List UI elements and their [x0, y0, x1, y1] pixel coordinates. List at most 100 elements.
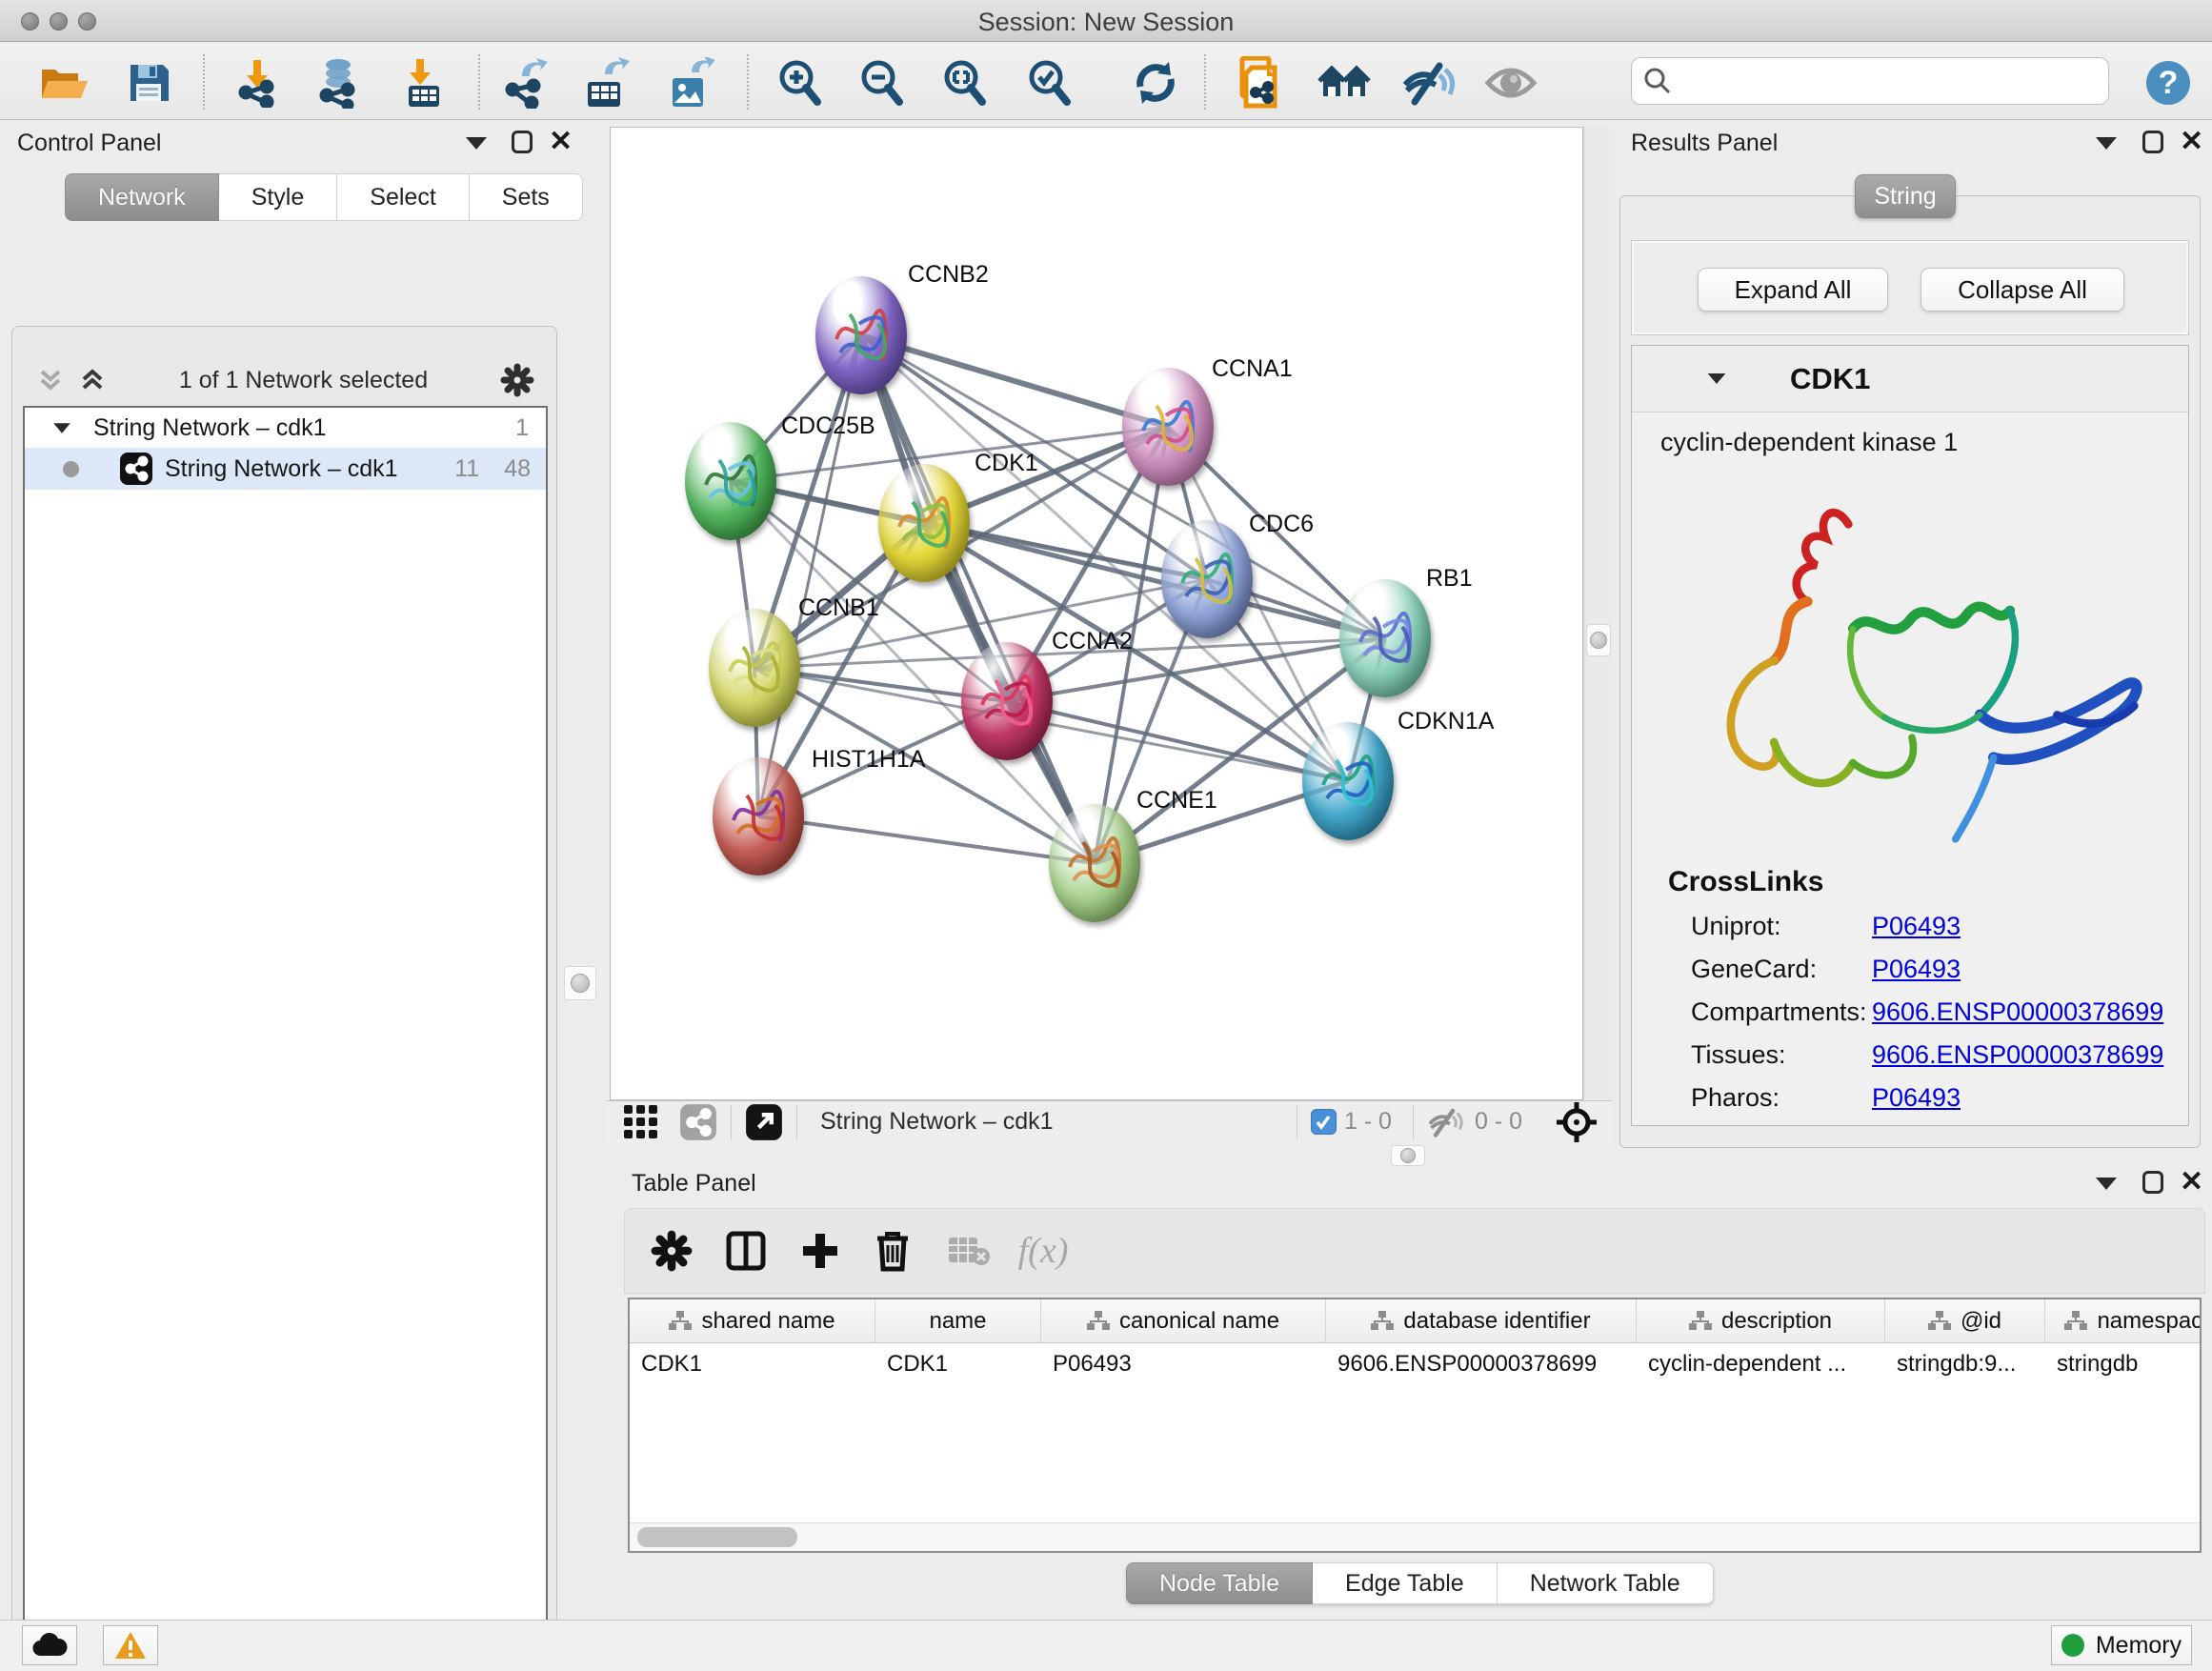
left-splitter-handle[interactable]	[564, 966, 596, 1000]
network-node-rb1[interactable]	[1339, 579, 1431, 697]
column-header--id[interactable]: @id	[1885, 1299, 2045, 1342]
control-tab-select[interactable]: Select	[337, 173, 469, 221]
network-node-ccna2[interactable]	[961, 642, 1053, 760]
column-header-canonical-name[interactable]: canonical name	[1041, 1299, 1326, 1342]
table-cell-canonical-name[interactable]: P06493	[1041, 1343, 1326, 1385]
results-panel-menu-button[interactable]	[2096, 137, 2117, 154]
column-header-shared-name[interactable]: shared name	[630, 1299, 875, 1342]
table-tab-edge-table[interactable]: Edge Table	[1313, 1562, 1498, 1604]
table-tab-network-table[interactable]: Network Table	[1498, 1562, 1714, 1604]
crosslink-link-pharos-[interactable]: P06493	[1872, 1083, 1961, 1113]
documents-share-button[interactable]	[1236, 56, 1289, 110]
table-panel-float-button[interactable]	[2142, 1171, 2163, 1198]
share-view-icon[interactable]	[679, 1103, 717, 1141]
section-collapse-arrow-icon[interactable]	[1708, 373, 1726, 384]
gear-icon[interactable]	[500, 363, 534, 397]
network-tree-child-row[interactable]: String Network – cdk1 11 48	[25, 448, 546, 490]
search-input[interactable]	[1672, 68, 2081, 94]
show-columns-button[interactable]	[716, 1221, 775, 1280]
control-tab-style[interactable]: Style	[219, 173, 338, 221]
delete-column-button[interactable]	[863, 1221, 922, 1280]
table-cell-database-identifier[interactable]: 9606.ENSP00000378699	[1326, 1343, 1637, 1385]
warnings-button[interactable]	[103, 1625, 158, 1665]
network-tree-root-row[interactable]: String Network – cdk1 1	[25, 408, 546, 448]
export-network-file-button[interactable]	[498, 56, 552, 110]
column-header-database-identifier[interactable]: database identifier	[1326, 1299, 1637, 1342]
column-header-description[interactable]: description	[1637, 1299, 1885, 1342]
import-table-button[interactable]	[396, 56, 450, 110]
network-edge[interactable]	[758, 335, 861, 816]
zoom-selected-button[interactable]	[1023, 56, 1076, 110]
import-network-file-button[interactable]	[231, 56, 285, 110]
tree-expand-arrow-icon[interactable]	[53, 423, 70, 433]
network-edge[interactable]	[758, 816, 1095, 863]
expand-all-icon[interactable]	[78, 366, 107, 394]
table-panel-close-button[interactable]: ✕	[2180, 1171, 2203, 1196]
network-node-ccna1[interactable]	[1122, 368, 1214, 486]
control-panel-float-button[interactable]	[512, 131, 533, 158]
birdseye-grid-icon[interactable]	[622, 1103, 660, 1141]
network-edge[interactable]	[1007, 701, 1348, 781]
zoom-fit-button[interactable]	[938, 56, 992, 110]
control-tab-network[interactable]: Network	[65, 173, 219, 221]
network-node-cdc6[interactable]	[1161, 520, 1253, 638]
table-cell-name[interactable]: CDK1	[875, 1343, 1041, 1385]
gene-section-header[interactable]: CDK1	[1632, 346, 2188, 413]
save-session-button[interactable]	[122, 56, 175, 110]
export-image-button[interactable]	[664, 56, 717, 110]
network-node-cdkn1a[interactable]	[1302, 722, 1394, 840]
help-button[interactable]: ?	[2142, 56, 2195, 110]
houses-button[interactable]	[1317, 56, 1371, 110]
function-builder-button[interactable]: f(x)	[1014, 1221, 1073, 1280]
results-panel-close-button[interactable]: ✕	[2180, 131, 2203, 155]
crosslink-link-genecard-[interactable]: P06493	[1872, 955, 1961, 984]
network-canvas[interactable]: CCNB2CCNA1CDC25BCDK1CDC6RB1CCNB1CCNA2CDK…	[610, 127, 1583, 1100]
crosshair-icon[interactable]	[1555, 1100, 1599, 1144]
import-network-database-button[interactable]	[312, 56, 365, 110]
network-node-cdc25b[interactable]	[685, 422, 776, 540]
collapse-all-icon[interactable]	[36, 366, 65, 394]
expand-all-button[interactable]: Expand All	[1698, 268, 1888, 312]
crosslink-link-uniprot-[interactable]: P06493	[1872, 912, 1961, 941]
table-row[interactable]: CDK1CDK1P064939606.ENSP00000378699cyclin…	[630, 1343, 2200, 1385]
show-eye-button[interactable]	[1484, 56, 1538, 110]
export-table-button[interactable]	[579, 56, 633, 110]
table-cell-namespace[interactable]: stringdb	[2045, 1343, 2202, 1385]
column-header-name[interactable]: name	[875, 1299, 1041, 1342]
collapse-all-button[interactable]: Collapse All	[1920, 268, 2124, 312]
zoom-out-button[interactable]	[855, 56, 909, 110]
scrollbar-thumb[interactable]	[637, 1527, 797, 1547]
table-cell-description[interactable]: cyclin-dependent ...	[1637, 1343, 1885, 1385]
crosslink-link-compartments-[interactable]: 9606.ENSP00000378699	[1872, 997, 2163, 1027]
refresh-layout-button[interactable]	[1129, 56, 1182, 110]
results-panel-float-button[interactable]	[2142, 131, 2163, 158]
network-edge[interactable]	[861, 335, 1095, 863]
network-node-hist1h1a[interactable]	[713, 757, 804, 876]
zoom-in-button[interactable]	[774, 56, 827, 110]
table-cell-shared-name[interactable]: CDK1	[630, 1343, 875, 1385]
memory-button[interactable]: Memory	[2051, 1625, 2192, 1665]
table-tab-node-table[interactable]: Node Table	[1126, 1562, 1313, 1604]
control-panel-close-button[interactable]: ✕	[549, 131, 573, 155]
open-in-window-icon[interactable]	[745, 1103, 783, 1141]
control-panel-menu-button[interactable]	[466, 137, 487, 154]
network-node-ccnb1[interactable]	[709, 609, 800, 727]
network-node-ccnb2[interactable]	[815, 276, 907, 394]
network-edge[interactable]	[861, 335, 1168, 427]
table-settings-button[interactable]	[642, 1221, 701, 1280]
selected-checkbox[interactable]	[1311, 1109, 1337, 1135]
hide-eye-button[interactable]	[1401, 56, 1455, 110]
horizontal-splitter-handle[interactable]	[1391, 1145, 1425, 1166]
add-column-button[interactable]	[791, 1221, 850, 1280]
cloud-button[interactable]	[22, 1625, 77, 1665]
crosslink-link-tissues-[interactable]: 9606.ENSP00000378699	[1872, 1040, 2163, 1070]
tab-string[interactable]: String	[1855, 174, 1956, 218]
control-tab-sets[interactable]: Sets	[470, 173, 583, 221]
right-splitter-handle[interactable]	[1586, 624, 1611, 656]
table-panel-menu-button[interactable]	[2096, 1178, 2117, 1195]
open-session-button[interactable]	[38, 56, 91, 110]
network-node-cdk1[interactable]	[878, 464, 970, 582]
table-cell--id[interactable]: stringdb:9...	[1885, 1343, 2045, 1385]
network-node-ccne1[interactable]	[1049, 804, 1140, 922]
hidden-eye-icon[interactable]	[1427, 1106, 1467, 1138]
